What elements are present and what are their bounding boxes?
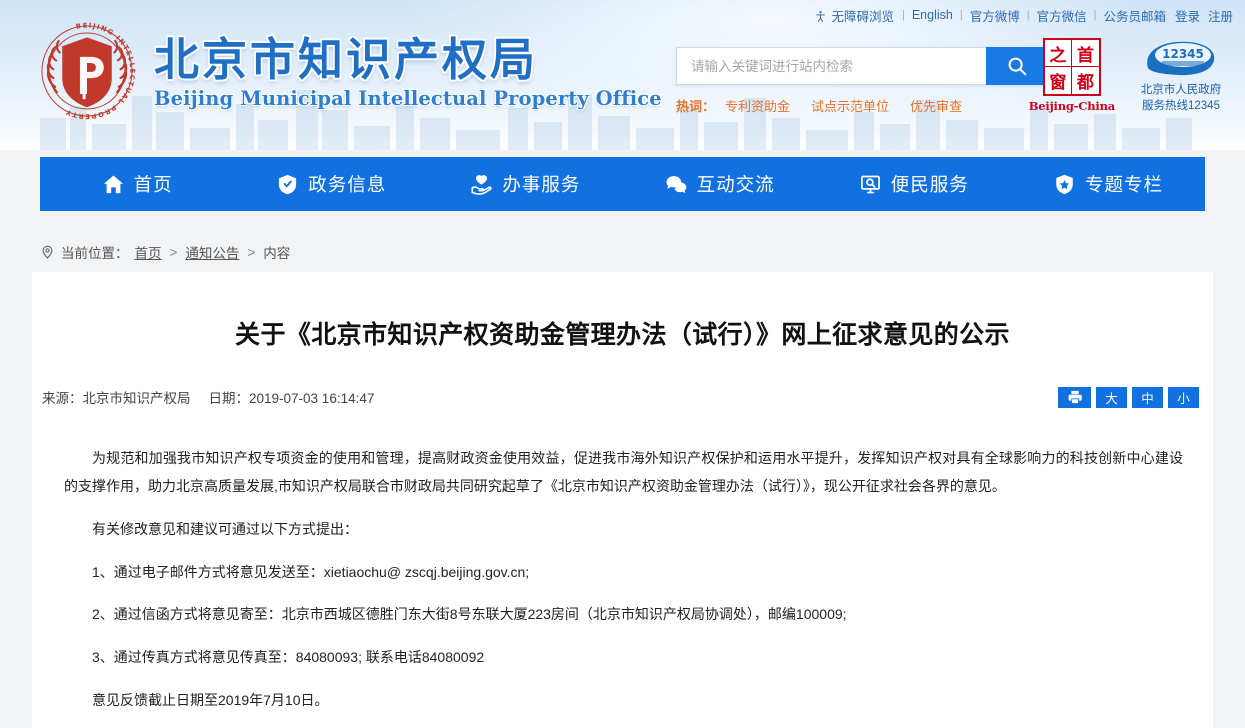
article-source: 来源：北京市知识产权局	[42, 391, 191, 406]
nav-item-affairs-service[interactable]: 办事服务	[428, 157, 622, 211]
seal-char-1: 首	[1071, 40, 1099, 67]
font-size-large-button[interactable]: 大	[1096, 386, 1127, 408]
article-date: 日期：2019-07-03 16:14:47	[208, 391, 375, 406]
english-link[interactable]: English	[912, 8, 953, 22]
nav-item-public-service[interactable]: 便民服务	[817, 157, 1011, 211]
article-body: 为规范和加强我市知识产权专项资金的使用和管理，提高财政资金使用效益，促进我市海外…	[32, 408, 1213, 715]
article-meta-row: 来源：北京市知识产权局 日期：2019-07-03 16:14:47 大 中 小	[32, 369, 1213, 408]
hot-keyword-2[interactable]: 优先审查	[910, 96, 962, 115]
top-utility-links: 无障碍浏览 | English | 官方微博 | 官方微信 | 公务员邮箱 登录…	[813, 5, 1233, 25]
article-paragraph-2: 1、通过电子邮件方式将意见发送至：xietiaochu@ zscqj.beiji…	[92, 563, 530, 580]
breadcrumb-label: 当前位置：	[61, 246, 129, 261]
divider: |	[1093, 9, 1097, 21]
chat-bubbles-icon	[666, 175, 686, 193]
article-paragraph-1: 有关修改意见和建议可通过以下方式提出：	[92, 520, 358, 537]
nav-label-home: 首页	[133, 174, 173, 195]
search-input[interactable]	[676, 47, 986, 85]
hot-keyword-0[interactable]: 专利资助金	[725, 96, 790, 115]
article-paragraph-5: 意见反馈截止日期至2019年7月10日。	[92, 691, 329, 708]
brand-name-en: Beijing Municipal Intellectual Property …	[154, 86, 662, 110]
accessibility-icon	[816, 10, 826, 22]
breadcrumb-item-0[interactable]: 首页	[135, 242, 162, 262]
breadcrumb-separator: >	[169, 244, 178, 260]
seal-char-2: 窗	[1045, 67, 1072, 94]
hotline-badge[interactable]: 12345 北京市人民政府 服务热线12345	[1133, 38, 1229, 115]
site-logo[interactable]: BEIJING INTELLECTUAL PROPERTY 北京市知识产权局 B…	[34, 18, 662, 124]
hotline-line-1: 北京市人民政府	[1140, 84, 1222, 96]
hotline-text: 北京市人民政府 服务热线12345	[1141, 82, 1222, 115]
bjipo-emblem-icon: BEIJING INTELLECTUAL PROPERTY	[41, 22, 135, 120]
divider: |	[901, 9, 905, 21]
register-link[interactable]: 注册	[1208, 6, 1233, 25]
article-paragraph-3: 2、通过信函方式将意见寄至：北京市西城区德胜门东大街8号东联大厦223房间（北京…	[92, 606, 847, 623]
hot-keywords-label: 热词：	[676, 99, 716, 114]
seal-box: 之 首 窗 都	[1042, 38, 1101, 96]
nav-item-interaction[interactable]: 互动交流	[623, 157, 817, 211]
nav-item-home[interactable]: 首页	[40, 157, 234, 211]
article-tools: 大 中 小	[1058, 386, 1199, 408]
accessibility-label: 无障碍浏览	[831, 9, 894, 24]
breadcrumb-item-1[interactable]: 通知公告	[185, 242, 239, 262]
print-button[interactable]	[1058, 386, 1091, 408]
hot-keywords: 热词： 专利资助金 试点示范单位 优先审查	[676, 96, 1048, 115]
nav-label-interaction: 互动交流	[696, 174, 775, 195]
nav-label-government-info: 政务信息	[308, 174, 387, 195]
nav-label-affairs-service: 办事服务	[502, 174, 581, 195]
seal-char-0: 之	[1044, 40, 1072, 67]
breadcrumb-item-2: 内容	[263, 246, 291, 261]
nav-item-government-info[interactable]: 政务信息	[234, 157, 428, 211]
seal-en-label: Beijing-China	[1028, 99, 1115, 113]
font-size-small-button[interactable]: 小	[1168, 386, 1199, 408]
location-pin-icon	[42, 245, 53, 259]
weibo-link[interactable]: 官方微博	[970, 6, 1020, 25]
monitor-search-icon	[860, 175, 880, 193]
article-paragraph-0: 为规范和加强我市知识产权专项资金的使用和管理，提高财政资金使用效益，促进我市海外…	[64, 449, 1183, 495]
home-icon	[103, 174, 123, 193]
shield-icon	[279, 174, 297, 194]
hotline-12345-icon: 12345	[1147, 41, 1215, 76]
printer-icon	[1068, 390, 1082, 404]
divider: |	[1026, 9, 1030, 21]
hotline-number-text: 12345	[1162, 47, 1204, 61]
search-icon	[1008, 57, 1027, 76]
accessibility-link[interactable]: 无障碍浏览	[813, 6, 895, 25]
breadcrumb-separator: >	[247, 244, 256, 260]
civil-servant-mail-link[interactable]: 公务员邮箱	[1103, 6, 1166, 25]
shield-star-icon	[1056, 174, 1073, 194]
site-header: 无障碍浏览 | English | 官方微博 | 官方微信 | 公务员邮箱 登录…	[0, 0, 1245, 150]
capital-window-badge[interactable]: 之 首 窗 都 Beijing-China	[1029, 38, 1115, 113]
seal-char-3: 都	[1076, 73, 1094, 93]
hotline-line-2: 服务热线12345	[1142, 100, 1220, 113]
article-card: 关于《北京市知识产权资助金管理办法（试行）》网上征求意见的公示 来源：北京市知识…	[32, 272, 1213, 728]
divider: |	[959, 9, 963, 21]
article-paragraph-4: 3、通过传真方式将意见传真至：84080093; 联系电话84080092	[92, 648, 485, 665]
breadcrumb: 当前位置： 首页 > 通知公告 > 内容	[40, 242, 290, 262]
main-navigation: 首页 政务信息 办事服务 互动交流 便民服务 专题专栏	[40, 157, 1205, 211]
header-badges: 之 首 窗 都 Beijing-China 12345 北京市人民政府 服务热线…	[1029, 38, 1229, 115]
page-title: 关于《北京市知识产权资助金管理办法（试行）》网上征求意见的公示	[235, 319, 1010, 349]
font-size-medium-button[interactable]: 中	[1132, 386, 1163, 408]
hot-keyword-1[interactable]: 试点示范单位	[811, 96, 889, 115]
article-meta: 来源：北京市知识产权局 日期：2019-07-03 16:14:47	[42, 387, 374, 407]
site-search: 热词： 专利资助金 试点示范单位 优先审查	[676, 47, 1048, 115]
brand-name-cn: 北京市知识产权局	[154, 32, 539, 86]
nav-label-special-column: 专题专栏	[1084, 174, 1163, 195]
login-link[interactable]: 登录	[1175, 6, 1200, 25]
service-hand-icon	[471, 174, 493, 195]
nav-item-special-column[interactable]: 专题专栏	[1011, 157, 1205, 211]
nav-label-public-service: 便民服务	[890, 174, 969, 195]
wechat-link[interactable]: 官方微信	[1037, 6, 1087, 25]
